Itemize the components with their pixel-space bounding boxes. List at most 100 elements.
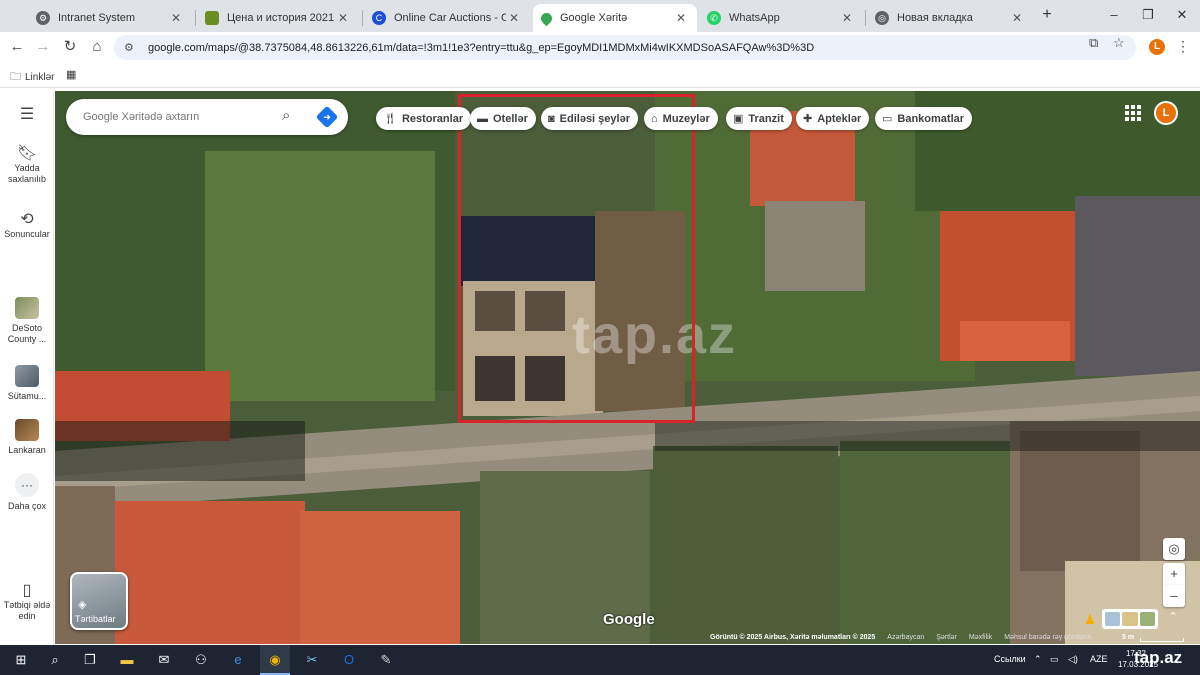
chip-transit[interactable]: ▣ Tranzit: [726, 107, 792, 130]
chip-atms[interactable]: ▭ Bankomatlar: [875, 107, 973, 130]
chip-label: Apteklər: [817, 112, 862, 125]
tab-honda-history[interactable]: Цена и история 2021 Honda ✕: [197, 4, 359, 32]
google-apps-icon[interactable]: [1125, 105, 1141, 121]
apps-shortcut[interactable]: ▦: [66, 68, 80, 81]
outlook-icon[interactable]: O: [341, 652, 357, 668]
rail-label: Lankaran: [8, 445, 46, 455]
chip-label: Tranzit: [748, 112, 784, 125]
rail-item-recents[interactable]: ⟲ Sonuncular: [0, 211, 54, 240]
close-icon[interactable]: ✕: [673, 11, 689, 25]
browser-menu-icon[interactable]: ⋮: [1176, 38, 1190, 55]
close-icon[interactable]: ✕: [168, 11, 184, 25]
chip-things-to-do[interactable]: ◙ Ediləsi şeylər: [541, 107, 638, 130]
search-input[interactable]: [83, 111, 273, 123]
chrome-icon: ◎: [875, 11, 889, 25]
rail-item-get-app[interactable]: ▯ Tətbiqi əldə edin: [0, 583, 54, 622]
chip-restaurants[interactable]: 🍴︎ Restoranlar: [376, 107, 472, 130]
edge-icon[interactable]: e: [230, 652, 246, 668]
reload-button[interactable]: ↻: [60, 37, 80, 57]
desoto-thumbnail: [15, 297, 39, 319]
bookmark-star-icon[interactable]: ☆: [1113, 35, 1125, 51]
rail-item-more[interactable]: ··· Daha çox: [0, 473, 54, 512]
links-toolbar-label[interactable]: Ссылки: [994, 654, 1026, 664]
chip-museums[interactable]: ⌂ Muzeylər: [644, 107, 718, 130]
rail-item-saved[interactable]: 🔖︎ Yadda saxlanılıb: [0, 146, 54, 185]
chip-label: Otellər: [493, 112, 528, 125]
people-app-icon[interactable]: ⚇: [193, 652, 209, 668]
zoom-in-button[interactable]: +: [1163, 563, 1185, 585]
address-bar[interactable]: ⚙ google.com/maps/@38.7375084,48.8613226…: [114, 35, 1136, 60]
tray-expand-icon[interactable]: ⌃: [1034, 654, 1042, 665]
close-icon[interactable]: ✕: [1009, 11, 1025, 25]
map-search-box[interactable]: [66, 99, 348, 135]
chip-hotels[interactable]: ▬ Otellər: [470, 107, 536, 130]
maps-side-rail: ☰ 🔖︎ Yadda saxlanılıb ⟲ Sonuncular DeSot…: [0, 91, 54, 644]
paint-icon[interactable]: ✎: [378, 652, 394, 668]
rail-label: Daha çox: [7, 501, 47, 511]
site-settings-icon[interactable]: ⚙: [124, 41, 140, 54]
transit-icon: ▣: [733, 113, 744, 125]
volume-icon[interactable]: ◁): [1068, 654, 1078, 665]
more-icon: ···: [15, 473, 39, 497]
history-icon: ⟲: [20, 211, 34, 228]
close-icon[interactable]: ✕: [335, 11, 351, 25]
task-view-icon[interactable]: ❐: [82, 652, 98, 668]
url-text[interactable]: google.com/maps/@38.7375084,48.8613226,6…: [148, 42, 1136, 54]
rail-menu[interactable]: ☰: [0, 107, 54, 124]
rail-label: Tətbiqi əldə edin: [3, 600, 51, 621]
install-app-icon[interactable]: ⧉: [1089, 35, 1098, 51]
tab-title: Google Xəritə: [560, 12, 628, 24]
browser-toolbar: ← → ↻ ⌂ ⚙ google.com/maps/@38.7375084,48…: [0, 32, 1200, 62]
new-tab-button[interactable]: +: [1038, 6, 1056, 24]
network-icon[interactable]: ▭: [1050, 654, 1059, 665]
mail-icon[interactable]: ✉: [156, 652, 172, 668]
file-explorer-icon[interactable]: ▬: [119, 652, 135, 668]
bookmark-links[interactable]: 🗀 Linklər: [10, 68, 54, 87]
tab-copart[interactable]: C Online Car Auctions - Copart ✕: [364, 4, 530, 32]
forward-button[interactable]: →: [33, 37, 53, 57]
museum-icon: ⌂: [651, 112, 658, 125]
chrome-icon[interactable]: ◉: [267, 652, 283, 668]
zoom-out-button[interactable]: –: [1163, 585, 1185, 607]
home-button[interactable]: ⌂: [87, 37, 107, 57]
layers-button[interactable]: ◈ Tərtibatlar: [70, 572, 128, 630]
rail-item-lankaran[interactable]: Lankaran: [0, 419, 54, 456]
imagery-thumbnails[interactable]: [1102, 609, 1158, 629]
windows-start-icon[interactable]: ⊞: [13, 652, 29, 668]
hamburger-menu-icon[interactable]: ☰: [0, 107, 54, 123]
tab-whatsapp[interactable]: ✆ WhatsApp ✕: [699, 4, 863, 32]
pharmacy-icon: ✚: [803, 113, 813, 125]
rail-item-sutamu[interactable]: Sütamu...: [0, 365, 54, 402]
snipping-tool-icon[interactable]: ✂: [304, 652, 320, 668]
whatsapp-icon: ✆: [707, 11, 721, 25]
tab-new-tab[interactable]: ◎ Новая вкладка ✕: [867, 4, 1033, 32]
close-icon[interactable]: ✕: [506, 11, 522, 25]
rail-item-desoto[interactable]: DeSoto County ...: [0, 297, 54, 345]
tap-az-brand: tap.az: [1134, 648, 1183, 667]
keyboard-layout[interactable]: AZE: [1090, 654, 1108, 664]
account-avatar[interactable]: L: [1154, 101, 1178, 125]
car-history-icon: [205, 11, 219, 25]
tab-title: Intranet System: [58, 12, 136, 24]
my-location-button[interactable]: ◎: [1163, 538, 1185, 560]
minimize-button[interactable]: –: [1099, 5, 1129, 25]
chip-label: Restoranlar: [401, 112, 464, 125]
back-button[interactable]: ←: [7, 37, 27, 57]
chip-pharmacies[interactable]: ✚ Apteklər: [796, 107, 870, 130]
search-icon[interactable]: ⌕: [282, 107, 290, 124]
tab-google-maps[interactable]: Google Xəritə ✕: [533, 4, 697, 32]
tab-title: Online Car Auctions - Copart: [394, 12, 506, 24]
expand-icon[interactable]: ⌃: [1164, 610, 1182, 628]
pegman-icon[interactable]: ♟: [1082, 612, 1098, 628]
profile-avatar[interactable]: L: [1149, 39, 1165, 55]
tab-strip: ⚙ Intranet System ✕ Цена и история 2021 …: [0, 0, 1200, 32]
directions-icon[interactable]: ➜: [315, 105, 339, 129]
restore-button[interactable]: ❐: [1133, 5, 1163, 25]
scale-bar: [1140, 638, 1184, 642]
close-icon[interactable]: ✕: [839, 11, 855, 25]
search-icon[interactable]: ⌕: [47, 652, 63, 668]
scale-label[interactable]: 5 m: [1122, 634, 1134, 641]
maps-pin-icon: [538, 10, 555, 26]
tab-intranet[interactable]: ⚙ Intranet System ✕: [28, 4, 192, 32]
close-window-button[interactable]: ✕: [1167, 5, 1197, 25]
